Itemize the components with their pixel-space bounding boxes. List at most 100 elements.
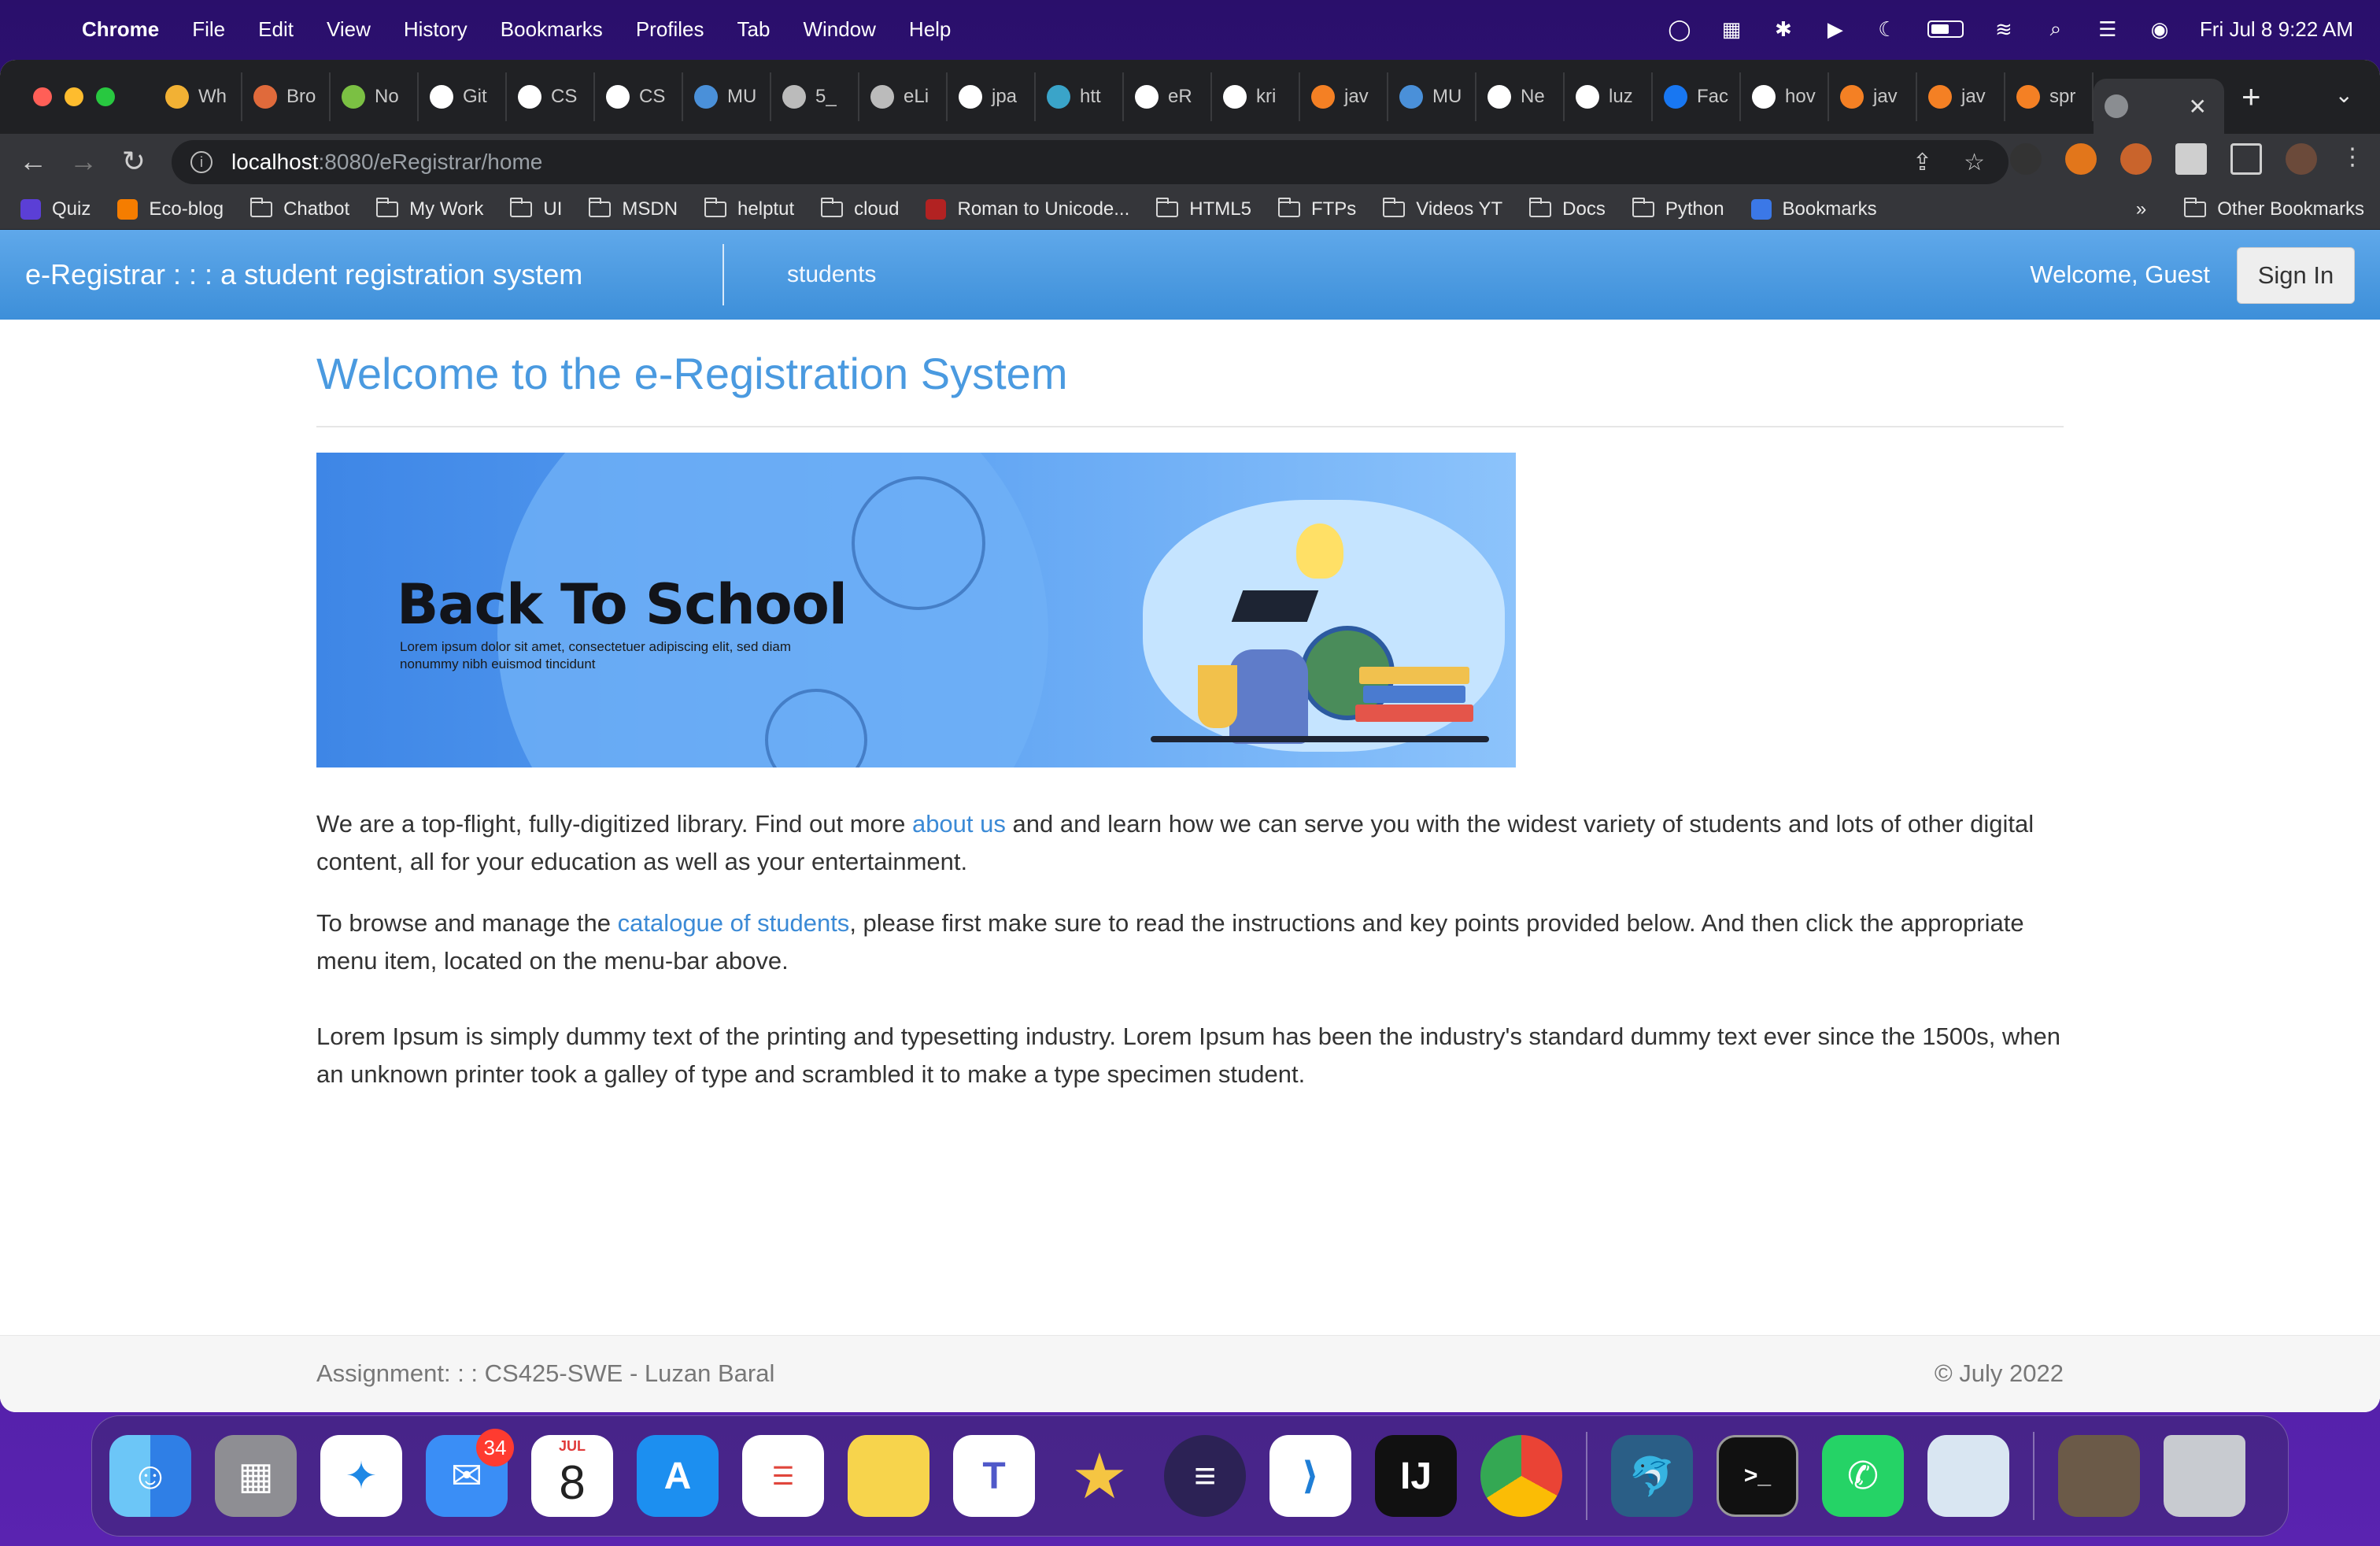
tab-2[interactable]: No [331,72,419,121]
bluetooth-icon[interactable]: ✱ [1772,17,1795,41]
tab-14[interactable]: MU [1388,72,1476,121]
tab-15[interactable]: Ne [1476,72,1565,121]
menu-bookmarks[interactable]: Bookmarks [501,17,603,42]
finder-icon[interactable]: ☺ [109,1435,191,1517]
bookmark-item[interactable]: HTML5 [1156,197,1251,220]
new-tab-button[interactable]: + [2241,78,2261,116]
chrome-icon[interactable] [1480,1435,1562,1517]
tab-21[interactable]: spr [2005,72,2094,121]
forward-icon[interactable]: → [58,145,109,178]
menubar-datetime[interactable]: Fri Jul 8 9:22 AM [2200,17,2353,42]
safari-icon[interactable]: ✦ [320,1435,402,1517]
tab-active[interactable]: ✕ [2094,79,2224,134]
notes-icon[interactable] [848,1435,929,1517]
tab-9[interactable]: jpa [948,72,1036,121]
menu-file[interactable]: File [192,17,225,42]
site-info-icon[interactable]: i [190,151,213,173]
tab-7[interactable]: 5_ [771,72,859,121]
tab-18[interactable]: hov [1741,72,1829,121]
tab-19[interactable]: jav [1829,72,1917,121]
tab-search-chevron-icon[interactable]: ⌄ [2335,82,2353,108]
preview-icon[interactable] [1927,1435,2009,1517]
reminders-icon[interactable]: ☰ [742,1435,824,1517]
tab-10[interactable]: htt [1036,72,1124,121]
bookmark-item[interactable]: helptut [704,197,794,220]
star-app-icon[interactable]: ★ [1059,1435,1140,1517]
tab-20[interactable]: jav [1917,72,2005,121]
vscode-icon[interactable]: ⟩ [1269,1435,1351,1517]
bookmark-item[interactable]: Docs [1529,197,1606,220]
calendar-icon[interactable]: JUL 8 [531,1435,613,1517]
tab-3[interactable]: Git [419,72,507,121]
trash-icon[interactable] [2164,1435,2245,1517]
bookmark-item[interactable]: Eco-blog [117,198,224,220]
chrome-menu-icon[interactable]: ⋮ [2341,143,2364,175]
teams-icon[interactable]: T [953,1435,1035,1517]
bookmarks-overflow-button[interactable]: » [2136,198,2146,220]
minimize-window-button[interactable] [65,87,83,106]
extensions-puzzle-icon[interactable] [2175,143,2207,175]
tab-6[interactable]: MU [683,72,771,121]
menu-history[interactable]: History [404,17,468,42]
media-play-icon[interactable]: ▶ [1824,17,1847,41]
tab-4[interactable]: CS [507,72,595,121]
side-panel-icon[interactable] [2230,143,2262,175]
catalogue-of-students-link[interactable]: catalogue of students [618,909,850,937]
recent-document-icon[interactable] [2058,1435,2140,1517]
share-icon[interactable]: ⇪ [1913,149,1932,176]
wifi-icon[interactable]: ≋ [1992,17,2016,41]
tab-1[interactable]: Bro [242,72,331,121]
close-window-button[interactable] [33,87,52,106]
intellij-icon[interactable]: IJ [1375,1435,1457,1517]
bookmark-item[interactable]: FTPs [1277,197,1356,220]
address-bar[interactable]: i localhost:8080/eRegistrar/home ⇪ ☆ [172,140,2009,184]
menu-window[interactable]: Window [803,17,875,42]
tab-12[interactable]: kri [1212,72,1300,121]
app-store-icon[interactable]: A [637,1435,719,1517]
launchpad-icon[interactable]: ▦ [215,1435,297,1517]
bookmark-item[interactable]: Chatbot [250,197,349,220]
battery-icon[interactable] [1927,20,1964,38]
mysql-workbench-icon[interactable]: 🐬 [1611,1435,1693,1517]
control-center-icon[interactable]: ☰ [2096,17,2119,41]
bookmark-item[interactable]: UI [510,197,562,220]
menu-app-name[interactable]: Chrome [82,17,159,42]
app-brand-link[interactable]: e-Registrar : : : a student registration… [25,258,722,291]
bookmark-item[interactable]: Videos YT [1383,197,1502,220]
zoom-window-button[interactable] [96,87,115,106]
tab-5[interactable]: CS [595,72,683,121]
tab-16[interactable]: luz [1565,72,1653,121]
nav-students-link[interactable]: students [787,261,876,288]
moon-icon[interactable]: ☾ [1876,17,1899,41]
keyboard-status-icon[interactable]: ▦ [1720,17,1743,41]
tab-8[interactable]: eLi [859,72,948,121]
menu-help[interactable]: Help [909,17,951,42]
bookmark-item[interactable]: Python [1632,197,1724,220]
bookmark-item[interactable]: cloud [821,197,899,220]
focus-status-icon[interactable]: ◯ [1668,17,1691,41]
bookmark-item[interactable]: My Work [376,197,483,220]
tab-0[interactable]: Wh [154,72,242,121]
tab-17[interactable]: Fac [1653,72,1741,121]
bookmark-item[interactable]: Bookmarks [1750,198,1877,220]
menu-profiles[interactable]: Profiles [636,17,704,42]
whatsapp-icon[interactable]: ✆ [1822,1435,1904,1517]
bookmark-item[interactable]: Quiz [20,198,91,220]
spotlight-search-icon[interactable]: ⌕ [2044,17,2068,41]
terminal-icon[interactable]: >_ [1717,1435,1798,1517]
bookmark-star-icon[interactable]: ☆ [1964,149,1985,176]
about-us-link[interactable]: about us [912,810,1006,838]
other-bookmarks-folder[interactable]: Other Bookmarks [2184,197,2364,220]
menu-view[interactable]: View [327,17,371,42]
eclipse-icon[interactable]: ≡ [1164,1435,1246,1517]
metamask-icon[interactable] [2065,143,2097,175]
tab-11[interactable]: eR [1124,72,1212,121]
extension-boot-icon[interactable] [2120,143,2152,175]
sign-in-button[interactable]: Sign In [2237,247,2355,304]
back-icon[interactable]: ← [8,145,58,178]
menu-tab[interactable]: Tab [737,17,771,42]
menu-edit[interactable]: Edit [258,17,294,42]
siri-icon[interactable]: ◉ [2148,17,2171,41]
tab-13[interactable]: jav [1300,72,1388,121]
extension-glasses-icon[interactable] [2010,143,2042,175]
